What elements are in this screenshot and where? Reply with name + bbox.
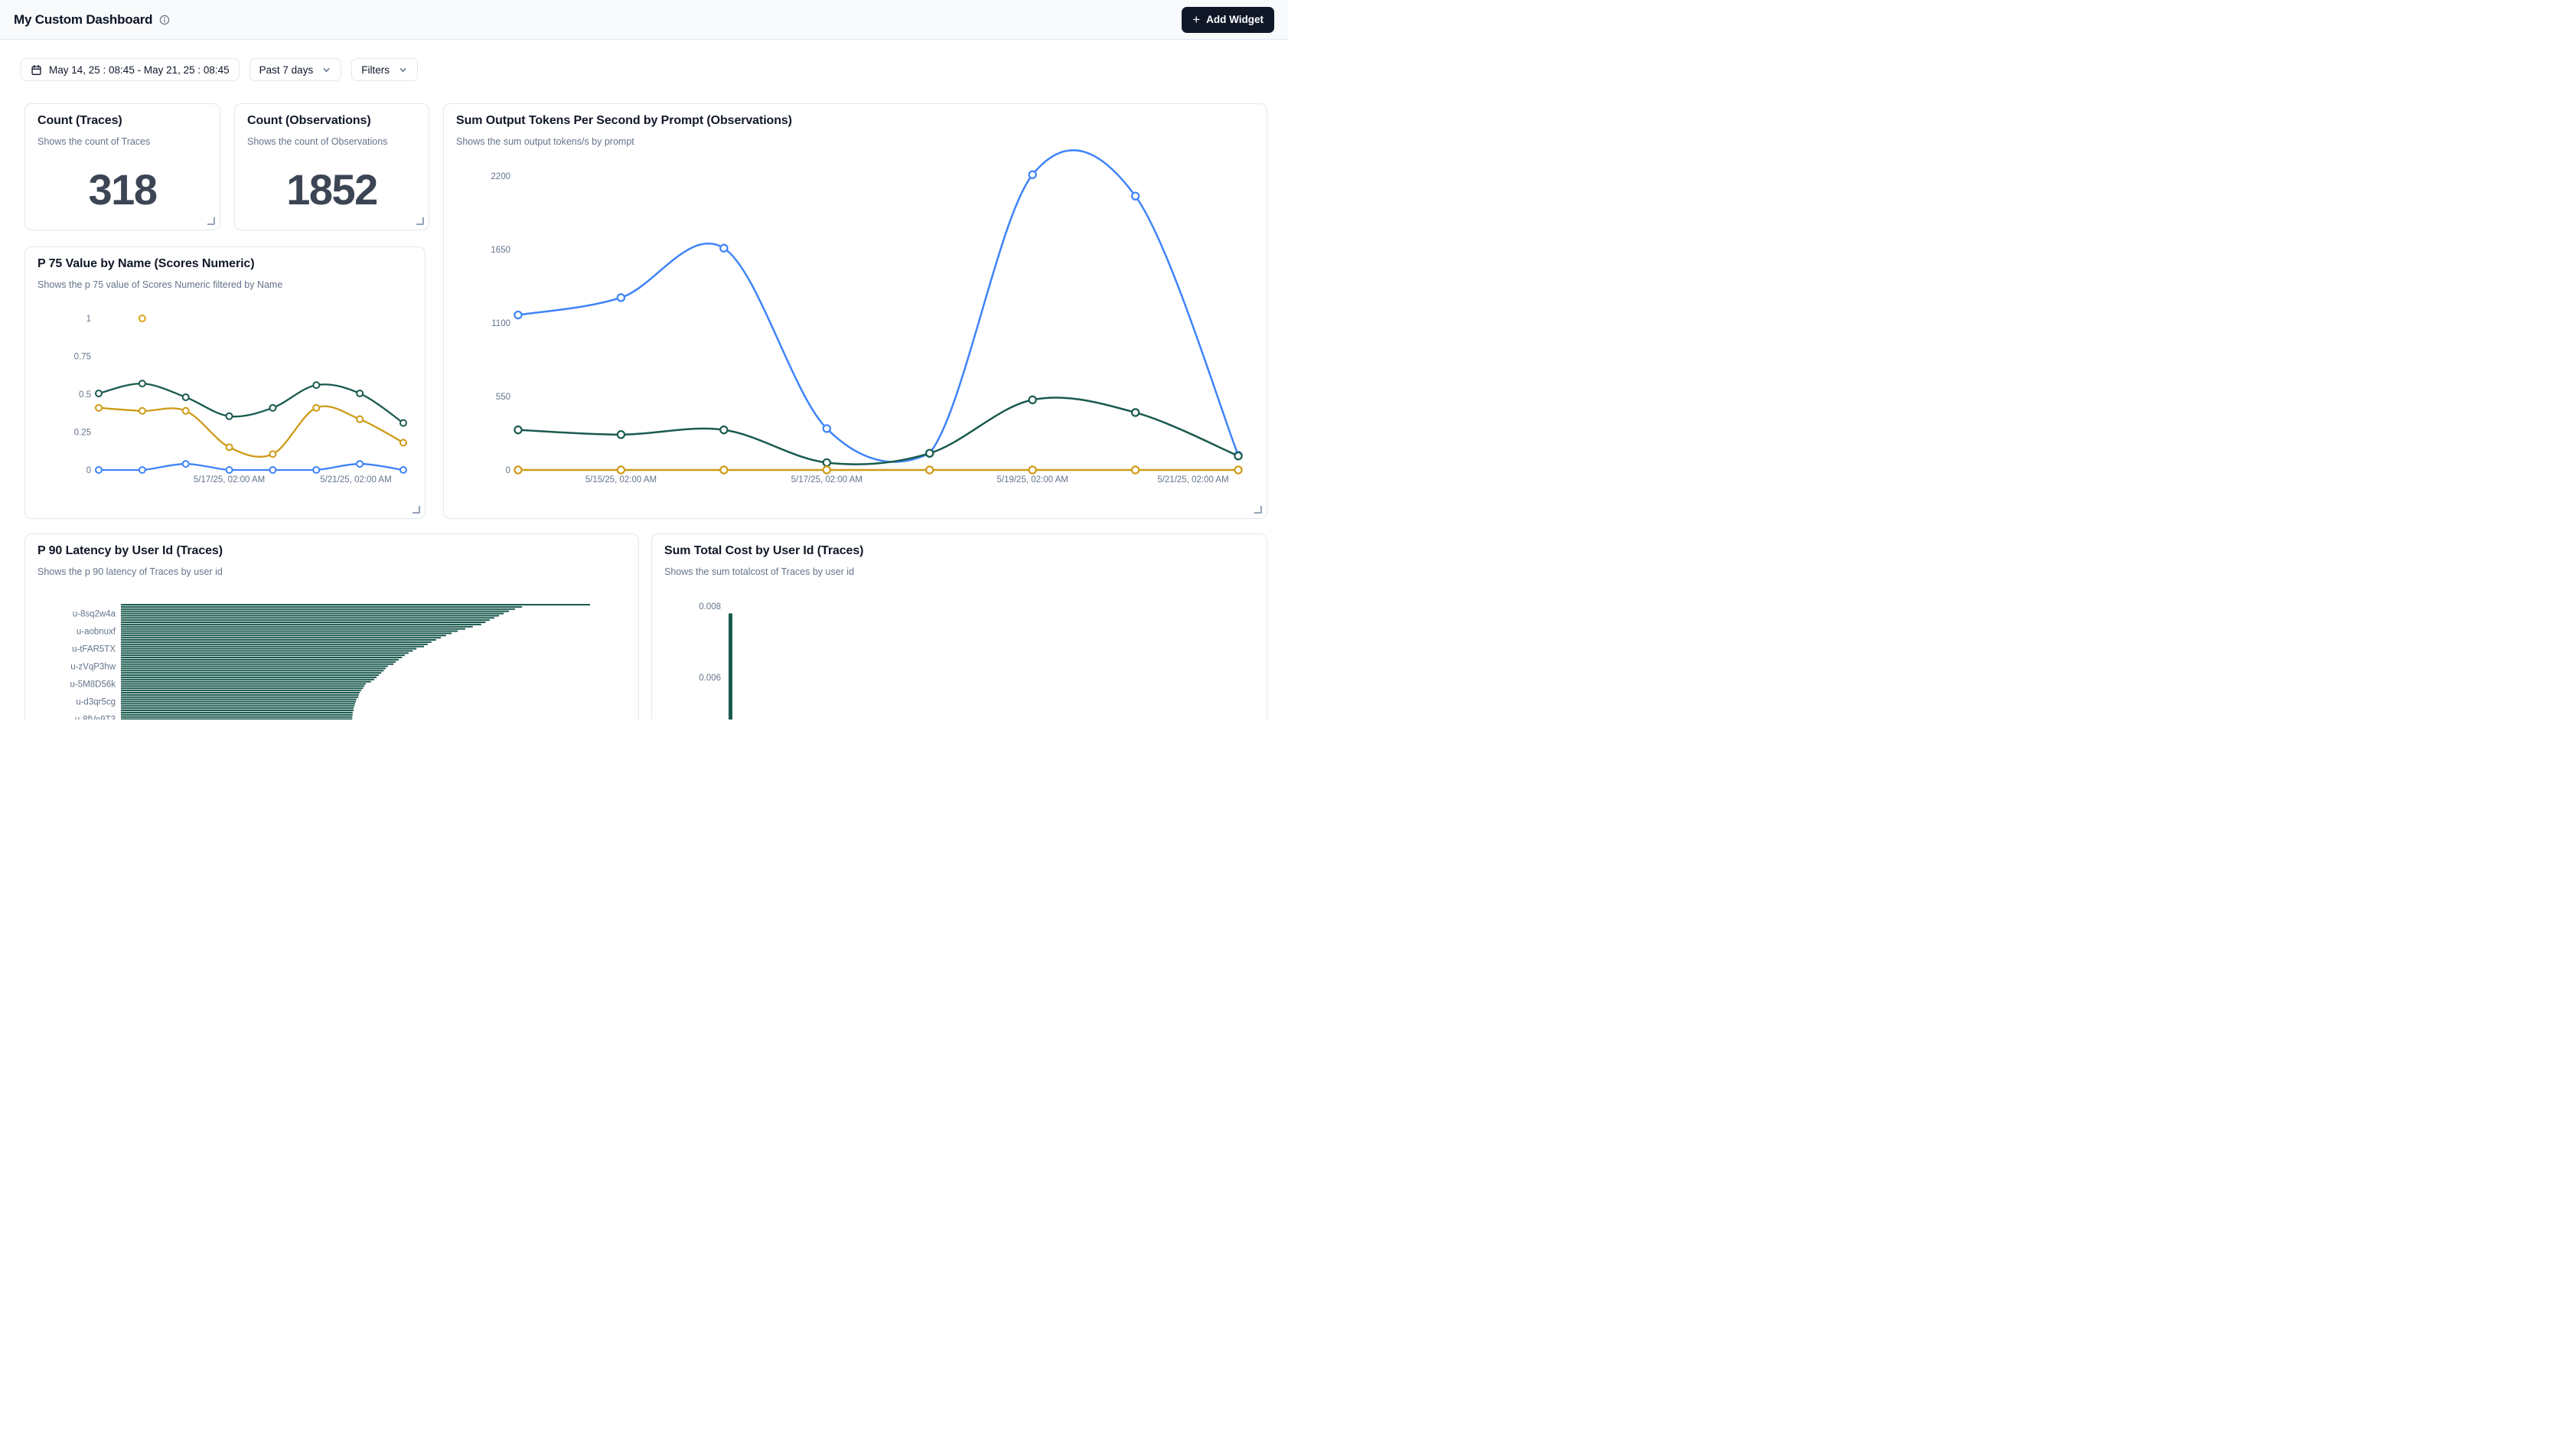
svg-text:u-5M8D56k: u-5M8D56k [70, 680, 116, 690]
card-tokens-per-second: Sum Output Tokens Per Second by Prompt (… [443, 103, 1267, 519]
svg-text:5/21/25, 02:00 AM: 5/21/25, 02:00 AM [1157, 475, 1228, 485]
card-title: Sum Output Tokens Per Second by Prompt (… [456, 114, 792, 128]
resize-handle-icon[interactable] [1254, 506, 1262, 514]
svg-text:0.25: 0.25 [74, 429, 91, 438]
svg-text:5/17/25, 02:00 AM: 5/17/25, 02:00 AM [791, 475, 862, 485]
card-description: Shows the sum output tokens/s by prompt [456, 136, 634, 147]
sum-total-cost-bar-chart: 0.008 0.006 [652, 534, 1267, 720]
svg-text:1650: 1650 [491, 246, 510, 255]
card-title: Count (Traces) [37, 114, 122, 128]
toolbar: May 14, 25 : 08:45 - May 21, 25 : 08:45 … [21, 58, 418, 81]
svg-text:0.006: 0.006 [699, 674, 721, 683]
svg-text:u-tFAR5TX: u-tFAR5TX [72, 645, 116, 654]
plus-icon: + [1192, 13, 1200, 26]
svg-text:550: 550 [496, 393, 510, 402]
chevron-down-icon [398, 65, 408, 75]
page-title: My Custom Dashboard [14, 12, 152, 28]
svg-text:5/19/25, 02:00 AM: 5/19/25, 02:00 AM [996, 475, 1068, 485]
card-title: P 75 Value by Name (Scores Numeric) [37, 257, 254, 271]
tokens-per-second-line-chart: 0 550 1100 1650 2200 5/15/25, 02:00 AM 5/17/25… [444, 104, 1267, 519]
date-range-value: May 14, 25 : 08:45 - May 21, 25 : 08:45 [49, 64, 230, 76]
card-description: Shows the count of Observations [247, 136, 387, 147]
card-description: Shows the sum totalcost of Traces by use… [664, 566, 854, 577]
card-title: P 90 Latency by User Id (Traces) [37, 544, 223, 558]
card-sum-total-cost: Sum Total Cost by User Id (Traces) Shows… [651, 534, 1267, 720]
count-observations-value: 1852 [235, 168, 429, 211]
filters-label: Filters [361, 64, 390, 76]
svg-text:u-aobnuxf: u-aobnuxf [77, 628, 116, 637]
svg-text:0.008: 0.008 [699, 602, 721, 612]
filters-dropdown[interactable]: Filters [351, 58, 418, 81]
info-icon[interactable] [159, 15, 170, 25]
svg-text:1: 1 [86, 315, 91, 324]
card-description: Shows the p 90 latency of Traces by user… [37, 566, 223, 577]
svg-text:0.75: 0.75 [74, 353, 91, 362]
resize-handle-icon[interactable] [416, 217, 424, 225]
resize-handle-icon[interactable] [207, 217, 215, 225]
card-title: Count (Observations) [247, 114, 371, 128]
svg-text:u-d3qr5cg: u-d3qr5cg [76, 698, 116, 707]
card-p90-latency: P 90 Latency by User Id (Traces) Shows t… [24, 534, 639, 720]
svg-text:u-8fVe9T3: u-8fVe9T3 [75, 716, 116, 720]
add-widget-label: Add Widget [1206, 14, 1264, 25]
svg-text:2200: 2200 [491, 172, 510, 181]
svg-text:u-8sq2w4a: u-8sq2w4a [73, 610, 116, 619]
svg-text:u-zVqP3hw: u-zVqP3hw [70, 663, 116, 672]
svg-text:5/17/25, 02:00 AM: 5/17/25, 02:00 AM [194, 475, 265, 485]
card-count-traces: Count (Traces) Shows the count of Traces… [24, 103, 220, 230]
dashboard-page: My Custom Dashboard + Add Widget May 14,… [0, 0, 1288, 720]
card-count-observations: Count (Observations) Shows the count of … [234, 103, 429, 230]
count-traces-value: 318 [25, 168, 220, 211]
date-range-picker[interactable]: May 14, 25 : 08:45 - May 21, 25 : 08:45 [21, 58, 240, 81]
svg-text:5/15/25, 02:00 AM: 5/15/25, 02:00 AM [585, 475, 657, 485]
svg-text:0.5: 0.5 [79, 390, 91, 400]
calendar-icon [31, 64, 42, 76]
card-description: Shows the count of Traces [37, 136, 150, 147]
add-widget-button[interactable]: + Add Widget [1182, 7, 1274, 33]
time-preset-value: Past 7 days [259, 64, 314, 76]
svg-text:0: 0 [506, 466, 510, 475]
card-description: Shows the p 75 value of Scores Numeric f… [37, 279, 282, 290]
p90-latency-bar-chart: u-8sq2w4a u-aobnuxf u-tFAR5TX u-zVqP3hw u-5M… [25, 534, 639, 720]
svg-text:1100: 1100 [491, 319, 510, 328]
card-title: Sum Total Cost by User Id (Traces) [664, 544, 863, 558]
card-p75-value: P 75 Value by Name (Scores Numeric) Show… [24, 246, 426, 519]
svg-text:5/21/25, 02:00 AM: 5/21/25, 02:00 AM [320, 475, 391, 485]
svg-text:0: 0 [86, 466, 91, 475]
resize-handle-icon[interactable] [412, 506, 420, 514]
chevron-down-icon [321, 65, 331, 75]
page-header: My Custom Dashboard + Add Widget [0, 0, 1288, 40]
time-preset-dropdown[interactable]: Past 7 days [249, 58, 342, 81]
